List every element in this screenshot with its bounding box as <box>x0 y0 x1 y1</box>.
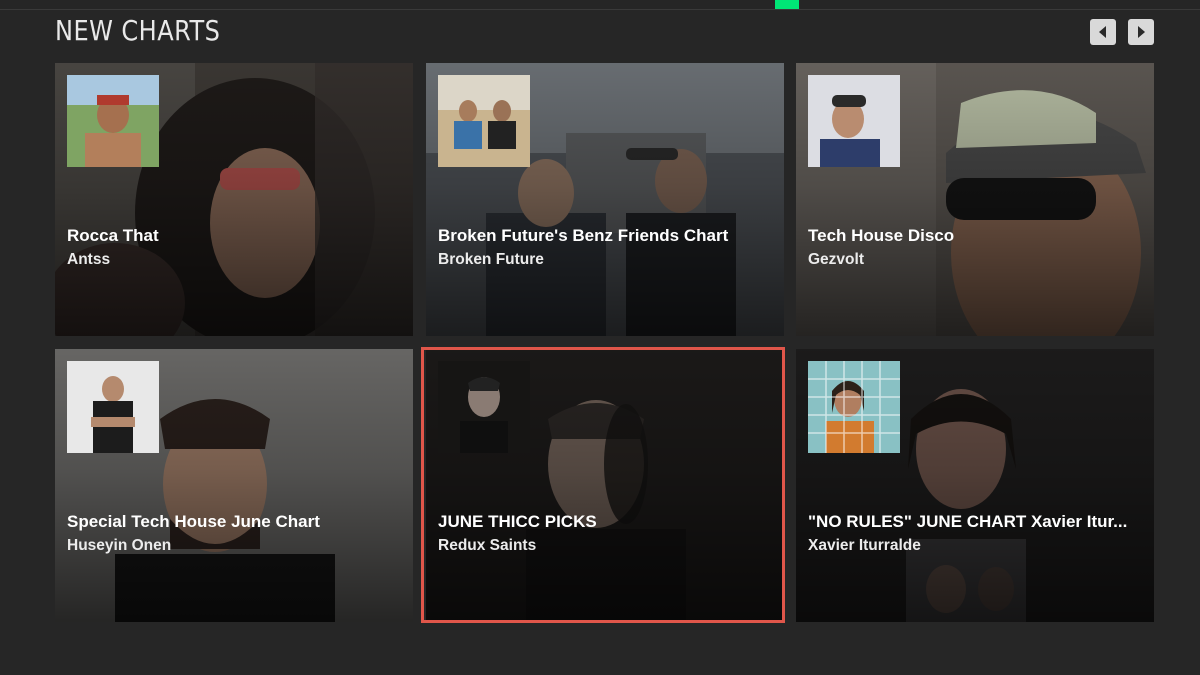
chart-artist: Huseyin Onen <box>67 537 172 554</box>
chart-title: Rocca That <box>67 226 159 245</box>
chart-thumbnail <box>438 75 530 167</box>
chart-artist: Broken Future <box>438 251 544 268</box>
chart-thumbnail <box>808 361 900 453</box>
chart-thumbnail <box>67 361 159 453</box>
chart-title: JUNE THICC PICKS <box>438 512 597 531</box>
chart-artist: Antss <box>67 251 111 268</box>
top-divider <box>0 9 1200 10</box>
chart-artist: Xavier Iturralde <box>808 537 921 554</box>
chevron-right-icon <box>1138 26 1145 38</box>
chart-card-june-thicc-picks[interactable]: JUNE THICC PICKS Redux Saints <box>426 349 784 622</box>
section-title: NEW CHARTS <box>55 14 221 47</box>
chart-card-tech-house-disco[interactable]: Tech House Disco Gezvolt <box>796 63 1154 336</box>
chart-card-broken-future[interactable]: Broken Future's Benz Friends Chart Broke… <box>426 63 784 336</box>
chart-title: Broken Future's Benz Friends Chart <box>438 226 729 245</box>
page-indicator <box>775 0 799 9</box>
chart-thumbnail <box>438 361 530 453</box>
chart-thumbnail <box>808 75 900 167</box>
chart-title: Special Tech House June Chart <box>67 512 320 531</box>
chart-title: "NO RULES" JUNE CHART Xavier Itur... <box>808 512 1128 531</box>
chart-title: Tech House Disco <box>808 226 955 245</box>
chart-thumbnail <box>67 75 159 167</box>
chart-artist: Gezvolt <box>808 251 864 268</box>
chevron-left-icon <box>1099 26 1106 38</box>
carousel-next-button[interactable] <box>1128 19 1154 45</box>
chart-card-special-tech-house[interactable]: Special Tech House June Chart Huseyin On… <box>55 349 413 622</box>
carousel-prev-button[interactable] <box>1090 19 1116 45</box>
chart-card-rocca-that[interactable]: Rocca That Antss <box>55 63 413 336</box>
chart-card-no-rules-june-chart[interactable]: "NO RULES" JUNE CHART Xavier Itur... Xav… <box>796 349 1154 622</box>
chart-artist: Redux Saints <box>438 537 537 554</box>
